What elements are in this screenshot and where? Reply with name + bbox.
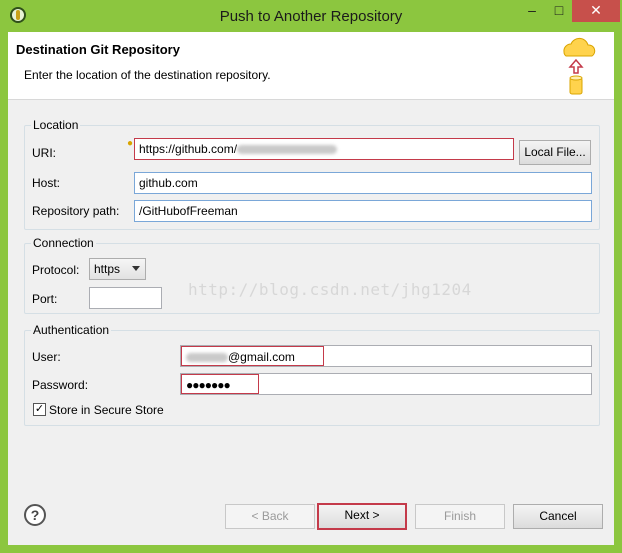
- page-title: Destination Git Repository: [16, 42, 180, 57]
- uri-label: URI:: [32, 146, 56, 160]
- redacted-text: [237, 145, 338, 155]
- page-description: Enter the location of the destination re…: [24, 68, 271, 82]
- push-to-cloud-icon: [563, 37, 596, 95]
- password-label: Password:: [32, 378, 89, 392]
- local-file-button[interactable]: Local File...: [519, 140, 591, 165]
- user-label: User:: [32, 350, 61, 364]
- port-label: Port:: [32, 292, 58, 306]
- repository-path-label: Repository path:: [32, 204, 120, 218]
- user-value: @gmail.com: [228, 350, 295, 364]
- lightbulb-hint-icon: ●: [127, 138, 134, 149]
- maximize-button[interactable]: □: [546, 0, 572, 22]
- dialog-window: Push to Another Repository – □ ✕ Destina…: [0, 0, 622, 553]
- password-input[interactable]: ●●●●●●●: [180, 373, 592, 395]
- close-button[interactable]: ✕: [572, 0, 620, 22]
- host-label: Host:: [32, 176, 61, 190]
- password-value: ●●●●●●●: [181, 374, 259, 394]
- authentication-legend: Authentication: [33, 323, 110, 337]
- connection-legend: Connection: [33, 236, 94, 250]
- protocol-label: Protocol:: [32, 263, 80, 277]
- next-button[interactable]: Next >: [317, 503, 407, 530]
- protocol-select[interactable]: https: [89, 258, 146, 280]
- title-bar[interactable]: Push to Another Repository – □ ✕: [0, 0, 622, 32]
- user-input[interactable]: @gmail.com: [180, 345, 592, 367]
- location-legend: Location: [33, 118, 79, 132]
- help-icon[interactable]: ?: [24, 504, 46, 526]
- watermark-text: http://blog.csdn.net/jhg1204: [188, 280, 472, 299]
- protocol-value: https: [94, 262, 121, 276]
- wizard-banner: Destination Git Repository Enter the loc…: [8, 32, 614, 100]
- uri-input[interactable]: https://github.com/: [134, 138, 514, 160]
- store-secure-checkbox[interactable]: ✓: [33, 403, 46, 416]
- finish-button[interactable]: Finish: [415, 504, 505, 529]
- repository-path-input[interactable]: /GitHubofFreeman: [134, 200, 592, 222]
- host-input[interactable]: github.com: [134, 172, 592, 194]
- minimize-button[interactable]: –: [518, 0, 546, 22]
- redacted-text: [186, 353, 228, 363]
- port-input[interactable]: [89, 287, 162, 309]
- uri-value: https://github.com/: [139, 142, 238, 156]
- cancel-button[interactable]: Cancel: [513, 504, 603, 529]
- back-button[interactable]: < Back: [225, 504, 315, 529]
- store-secure-label[interactable]: Store in Secure Store: [49, 403, 164, 417]
- user-value-highlight: @gmail.com: [181, 346, 324, 366]
- chevron-down-icon: [132, 266, 140, 271]
- dialog-body: Destination Git Repository Enter the loc…: [8, 32, 614, 545]
